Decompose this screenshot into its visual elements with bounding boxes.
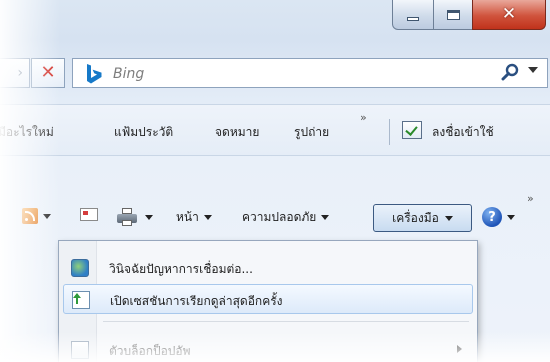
fav-item-whats-new[interactable]: มีอะไรใหม่	[0, 123, 54, 142]
close-button[interactable]: ✕	[472, 0, 546, 30]
menu-item-diagnose-connection[interactable]: วินิจฉัยปัญหาการเชื่อมต่อ...	[63, 253, 473, 283]
menu-separator	[103, 321, 469, 322]
safety-menu-button[interactable]: ความปลอดภัย	[242, 208, 330, 227]
menu-item-label: วินิจฉัยปัญหาการเชื่อมต่อ...	[109, 262, 253, 276]
signin-link[interactable]: ลงชื่อเข้าใช้	[432, 123, 494, 142]
left-fade-overlay	[0, 0, 60, 362]
menu-item-label: ตัวบล็อกป็อปอัพ	[109, 344, 191, 358]
browser-window: ✕ › ✕ มีอะไรใหม่ แฟ้มประวัติ จดหมาย รูปถ…	[0, 0, 550, 362]
favorites-overflow-chevron[interactable]: »	[360, 111, 367, 124]
submenu-arrow-icon	[457, 345, 462, 353]
fav-item-history[interactable]: แฟ้มประวัติ	[114, 123, 173, 142]
fav-item-mail[interactable]: จดหมาย	[215, 123, 259, 142]
refresh-button[interactable]: ›	[0, 58, 30, 88]
minimize-button[interactable]	[392, 0, 434, 30]
search-box[interactable]	[72, 58, 548, 88]
safety-menu-label: ความปลอดภัย	[242, 210, 317, 224]
maximize-button[interactable]	[433, 0, 473, 30]
popup-blocker-icon	[71, 341, 89, 359]
command-bar-overflow-chevron[interactable]: »	[527, 192, 534, 205]
tools-menu-button[interactable]: เครื่องมือ	[373, 204, 472, 232]
refresh-icon: ›	[17, 65, 23, 81]
mail-icon	[80, 208, 98, 221]
search-options-dropdown[interactable]	[528, 67, 538, 73]
network-diagnose-icon	[71, 259, 89, 277]
chevron-down-icon	[145, 214, 153, 220]
fav-item-photos[interactable]: รูปถ่าย	[294, 123, 329, 142]
tools-dropdown-menu: วินิจฉัยปัญหาการเชื่อมต่อ... เปิดเซสชันก…	[58, 240, 478, 362]
menu-item-label: เปิดเซสชันการเรียกดูล่าสุดอีกครั้ง	[110, 294, 283, 308]
print-button[interactable]	[117, 208, 153, 226]
search-input[interactable]	[113, 64, 413, 84]
checkbox-icon	[402, 121, 422, 139]
page-menu-label: หน้า	[176, 210, 199, 224]
favorites-bar: มีอะไรใหม่ แฟ้มประวัติ จดหมาย รูปถ่าย » …	[0, 104, 550, 156]
bing-logo-icon	[87, 64, 102, 84]
maximize-icon	[446, 9, 460, 20]
chevron-down-icon	[321, 215, 330, 220]
read-mail-button[interactable]	[80, 208, 98, 221]
help-button[interactable]: ?	[482, 207, 515, 227]
help-icon: ?	[482, 207, 502, 227]
close-icon: ✕	[501, 4, 517, 24]
stop-icon: ✕	[40, 62, 56, 83]
chevron-down-icon	[444, 215, 453, 221]
magnifier-icon[interactable]	[499, 62, 521, 84]
chevron-down-icon	[507, 214, 515, 220]
menu-item-popup-blocker[interactable]: ตัวบล็อกป็อปอัพ	[63, 335, 473, 362]
print-icon	[117, 208, 137, 226]
chevron-down-icon	[203, 215, 212, 220]
page-menu-button[interactable]: หน้า	[176, 208, 212, 227]
chevron-down-icon	[43, 213, 51, 219]
reopen-session-icon	[72, 291, 90, 309]
menu-item-reopen-last-session[interactable]: เปิดเซสชันการเรียกดูล่าสุดอีกครั้ง	[63, 284, 473, 314]
feeds-button[interactable]	[22, 208, 51, 224]
tools-menu-label: เครื่องมือ	[392, 210, 439, 225]
minimize-icon	[407, 16, 419, 21]
feeds-icon	[22, 208, 38, 224]
command-bar: หน้า ความปลอดภัย เครื่องมือ ? »	[0, 192, 550, 238]
divider	[389, 119, 390, 145]
stop-button[interactable]: ✕	[31, 58, 65, 88]
